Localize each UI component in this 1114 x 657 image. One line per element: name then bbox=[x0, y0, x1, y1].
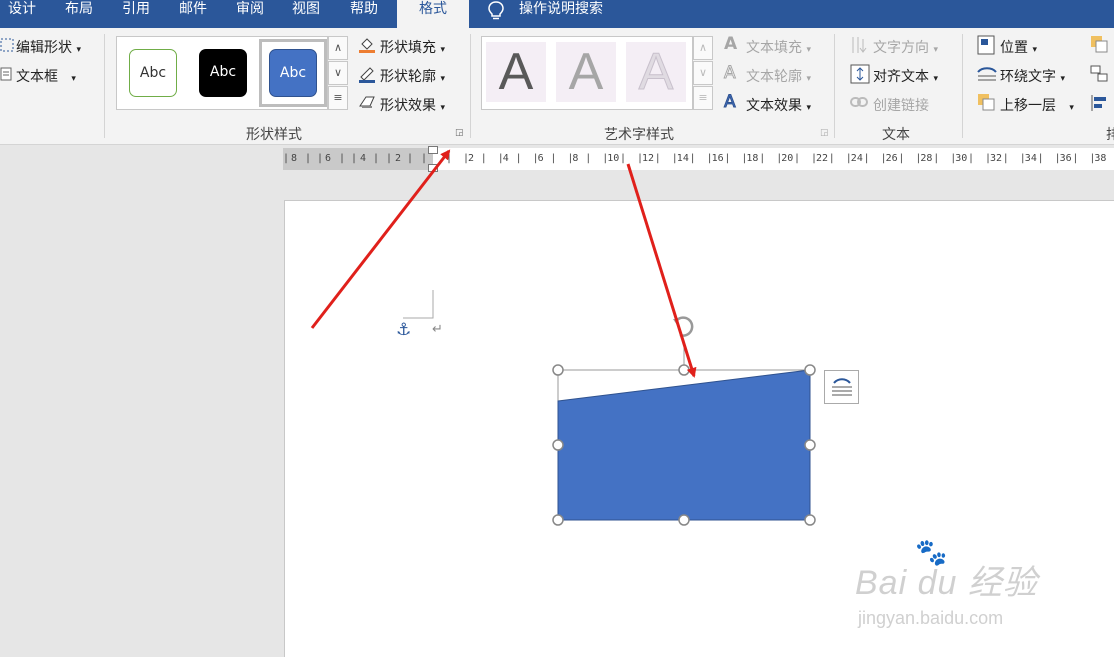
paw-icon: 🐾 bbox=[915, 538, 948, 568]
annotation-arrow-2 bbox=[626, 163, 697, 378]
watermark-url: jingyan.baidu.com bbox=[858, 608, 1004, 628]
annotation-arrow-1 bbox=[310, 149, 451, 329]
